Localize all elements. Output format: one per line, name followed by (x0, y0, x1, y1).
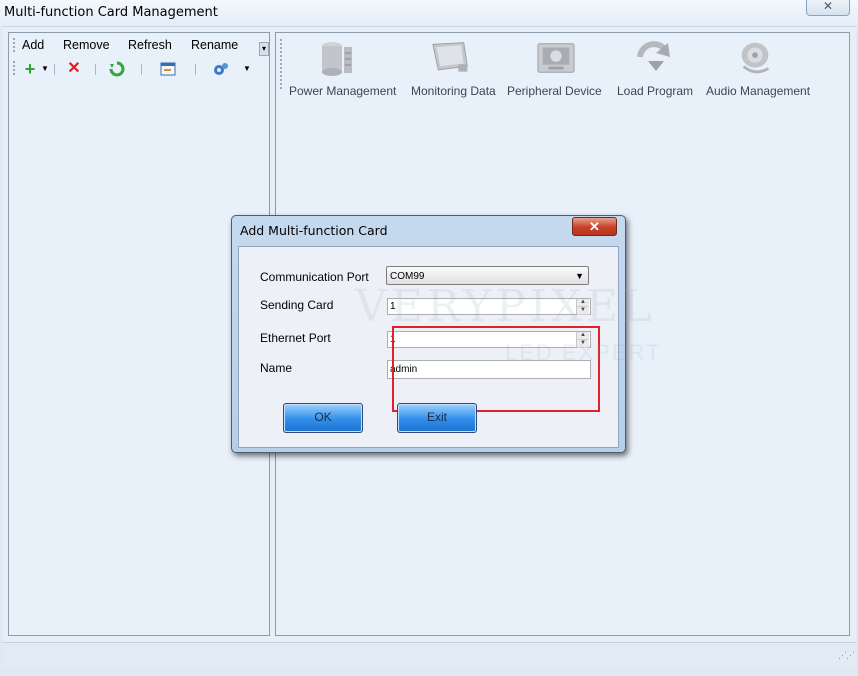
left-toolbar: + ▼ ✕ ▼ (9, 58, 269, 80)
sending-card-label: Sending Card (260, 298, 334, 312)
menu-rename[interactable]: Rename (191, 38, 238, 52)
exit-button[interactable]: Exit (397, 403, 477, 433)
sending-card-spinbox[interactable]: 1 ▲ ▼ (387, 298, 591, 315)
audio-management-label: Audio Management (706, 84, 811, 98)
name-label: Name (260, 361, 293, 375)
power-icon (316, 39, 356, 77)
chevron-down-icon: ▾ (261, 44, 266, 53)
screen-icon[interactable] (160, 61, 176, 77)
settings-dropdown-arrow[interactable]: ▼ (243, 64, 251, 73)
menu-remove[interactable]: Remove (63, 38, 110, 52)
power-management-button[interactable]: Power Management (289, 39, 396, 98)
dialog-close-button[interactable]: ✕ (572, 217, 617, 236)
status-bar (2, 642, 856, 669)
menu-add[interactable]: Add (22, 38, 44, 52)
watermark-subtext: LED EXPERT (505, 340, 662, 365)
resize-grip[interactable]: ⋰⋰ (838, 650, 855, 661)
highlight-box (392, 326, 600, 412)
menu-refresh[interactable]: Refresh (128, 38, 172, 52)
communication-port-label: Communication Port (260, 270, 369, 284)
spin-up-button[interactable]: ▲ (577, 299, 589, 307)
load-program-button[interactable]: Load Program (617, 39, 693, 98)
toolbar-separator (141, 64, 142, 75)
chevron-down-icon: ▼ (575, 271, 584, 281)
toolbar-separator (95, 64, 96, 75)
power-management-label: Power Management (289, 84, 397, 98)
close-icon: ✕ (589, 219, 600, 234)
monitor-icon (431, 39, 471, 77)
add-icon[interactable]: + (22, 60, 38, 78)
toolbar-separator (195, 64, 196, 75)
window-close-button[interactable]: ✕ (806, 0, 850, 16)
add-card-dialog: Add Multi-function Card ✕ Communication … (231, 215, 626, 453)
audio-management-button[interactable]: Audio Management (706, 39, 810, 98)
communication-port-value: COM99 (390, 271, 425, 282)
refresh-icon[interactable] (109, 61, 125, 77)
audio-icon (736, 39, 776, 77)
monitoring-data-button[interactable]: Monitoring Data (411, 39, 496, 98)
toolbar-separator (54, 64, 55, 75)
monitoring-data-label: Monitoring Data (411, 84, 496, 98)
communication-port-select[interactable]: COM99 ▼ (386, 266, 589, 285)
settings-icon[interactable] (212, 61, 228, 77)
spin-buttons: ▲ ▼ (576, 299, 589, 315)
spin-down-button[interactable]: ▼ (577, 307, 589, 315)
main-titlebar: Multi-function Card Management ✕ (0, 0, 858, 26)
menubar-grip[interactable] (13, 38, 17, 52)
sending-card-value: 1 (390, 301, 396, 312)
close-icon: ✕ (822, 0, 834, 13)
left-menubar: Add Remove Refresh Rename ▾ (9, 33, 269, 57)
load-program-label: Load Program (617, 84, 694, 98)
dialog-title: Add Multi-function Card (240, 223, 388, 238)
window-title: Multi-function Card Management (4, 5, 218, 20)
menu-overflow-button[interactable]: ▾ (259, 42, 269, 56)
add-dropdown-arrow[interactable]: ▼ (41, 64, 49, 73)
toolbar-grip[interactable] (13, 61, 17, 75)
device-icon (536, 39, 576, 77)
load-icon (634, 39, 674, 77)
ethernet-port-label: Ethernet Port (260, 331, 331, 345)
delete-icon[interactable]: ✕ (66, 61, 82, 77)
peripheral-device-label: Peripheral Device (507, 84, 602, 98)
peripheral-device-button[interactable]: Peripheral Device (507, 39, 602, 98)
ok-button[interactable]: OK (283, 403, 363, 433)
right-toolbar-grip[interactable] (280, 39, 284, 89)
